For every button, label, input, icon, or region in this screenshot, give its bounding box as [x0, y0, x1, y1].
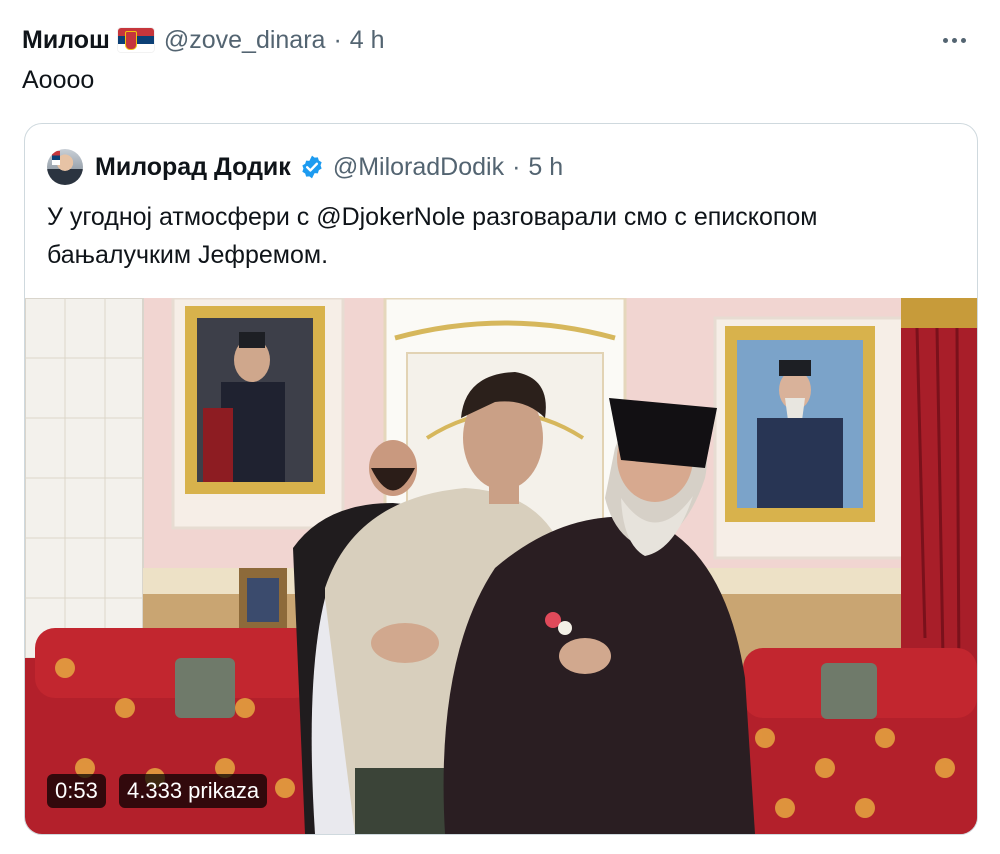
separator-dot: · [512, 152, 521, 181]
video-frame [25, 298, 977, 834]
video-views-badge: 4.333 prikaza [119, 774, 268, 808]
mention-link[interactable]: @DjokerNole [316, 203, 465, 231]
quoted-post-timestamp[interactable]: 5 h [528, 153, 563, 182]
author-handle[interactable]: @zove_dinara [164, 26, 326, 55]
post-header: Милош @zove_dinara · 4 h [22, 22, 978, 58]
quoted-post-card[interactable]: Милорад Додик @MiloradDodik · 5 h У угод… [24, 123, 978, 835]
post-timestamp[interactable]: 4 h [350, 26, 385, 55]
quoted-author-name[interactable]: Милорад Додик [95, 153, 291, 182]
quoted-post-header: Милорад Додик @MiloradDodik · 5 h [47, 146, 563, 188]
quoted-text-part: бањалучким Јефремом. [47, 241, 329, 269]
more-options-button[interactable] [934, 22, 974, 58]
author-name[interactable]: Милош [22, 26, 110, 55]
video-duration-badge: 0:53 [47, 774, 106, 808]
video-player[interactable]: 0:53 4.333 prikaza [25, 298, 977, 834]
quoted-text-part: У угодној атмосфери с [47, 203, 317, 231]
serbia-flag-icon [117, 28, 154, 52]
avatar[interactable] [47, 149, 83, 185]
post-text: Aoooo [22, 66, 95, 94]
quoted-author-handle[interactable]: @MiloradDodik [333, 153, 504, 182]
quoted-text-part: разговарали смо с епископом [465, 203, 818, 231]
quoted-post-text: У угодној атмосфери с @DjokerNole разгов… [47, 198, 947, 274]
verified-badge-icon [302, 155, 322, 179]
separator-dot: · [333, 25, 342, 54]
